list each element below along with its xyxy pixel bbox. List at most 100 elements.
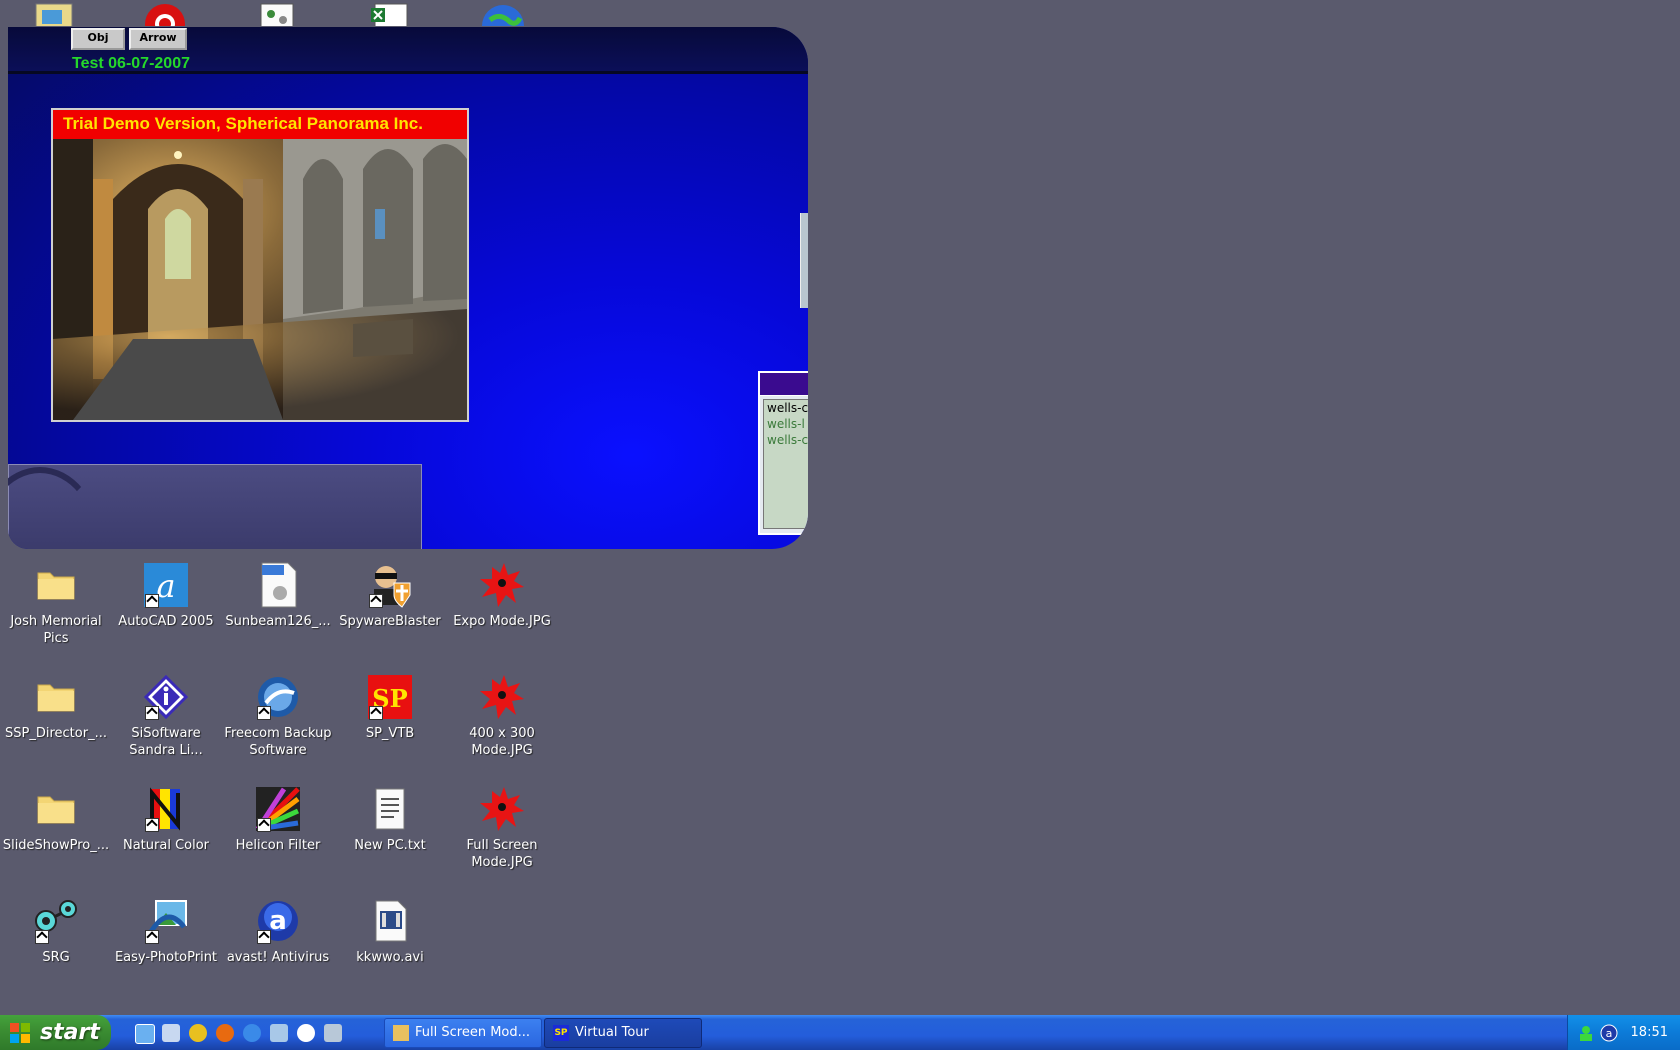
scene-list-panel: wells-c wells-l wells-c [758,371,808,535]
desktop-icon-josh-memorial-pics[interactable]: Josh Memorial Pics [0,561,112,647]
shortcut-arrow-icon [145,818,159,832]
clock: 18:51 [1630,1025,1668,1040]
desktop-icon-label: kkwwo.avi [356,950,424,965]
network-user-icon[interactable] [1578,1025,1594,1041]
test-date-label: Test 06-07-2007 [72,55,190,72]
avi-file-icon [375,900,407,942]
globe-icon [482,5,524,26]
avast-tray-icon[interactable]: a [1600,1024,1618,1042]
scene-list-item[interactable]: wells-c [767,400,808,416]
document-settings-icon [260,3,294,26]
taskbar-item-label: Full Screen Mod... [415,1025,531,1040]
svg-text:a: a [156,567,175,605]
folder-icon [37,684,75,712]
scene-list-item[interactable]: wells-c [767,432,808,448]
shortcut-arrow-icon [145,594,159,608]
obj-button[interactable]: Obj [71,28,125,50]
top-icon-1[interactable] [32,0,78,26]
folder-icon [37,796,75,824]
tiff-file-icon [261,562,297,608]
taskbar: start Full Screen Mod... SP Virtual Tour… [0,1015,1680,1050]
desktop-icon-kkwwo-avi[interactable]: kkwwo.avi [334,897,446,966]
desktop-icon-helicon-filter[interactable]: Helicon Filter [222,785,334,854]
scroll-handle[interactable] [800,213,808,308]
picture-folder-icon [35,3,73,26]
start-label: start [40,1020,100,1045]
desktop-icon-label: Josh Memorial Pics [10,614,102,646]
desktop-icon-srg[interactable]: SRG [0,897,112,966]
desktop-icon-spywareblaster[interactable]: SpywareBlaster [334,561,446,630]
quick-launch-settings-icon[interactable] [270,1024,288,1042]
computer-icon[interactable] [324,1024,342,1042]
desktop-icon-label: SiSoftware Sandra Li... [129,726,203,758]
cathedral-image [53,139,467,420]
desktop-icon-freecom-backup[interactable]: Freecom Backup Software [222,673,334,759]
jpg-file-icon [480,675,524,719]
internet-explorer-icon[interactable] [243,1024,261,1042]
desktop-icon-label: avast! Antivirus [226,950,330,965]
jpg-file-icon [480,563,524,607]
scene-list-item[interactable]: wells-l [767,416,808,432]
desktop-icon-easy-photoprint[interactable]: Easy-PhotoPrint [110,897,222,966]
desktop-icon-label: SpywareBlaster [339,614,441,629]
desktop-icon-ssp-director[interactable]: SSP_Director_... [0,673,112,742]
start-button[interactable]: start [0,1015,111,1050]
top-icon-5[interactable] [480,0,526,26]
desktop-icon-400x300-mode-jpg[interactable]: 400 x 300 Mode.JPG [446,673,558,759]
system-tray: a 18:51 [1567,1015,1680,1050]
excel-icon [371,3,408,26]
desktop-icon-autocad-2005[interactable]: a AutoCAD 2005 [110,561,222,630]
taskbar-item-virtual-tour[interactable]: SP Virtual Tour [544,1018,702,1048]
scene-list-header [760,373,808,396]
cathedral-panorama-image[interactable] [53,139,467,420]
txt-file-icon [375,788,405,830]
desktop-icon-label: Expo Mode.JPG [453,614,551,629]
top-icon-2[interactable] [142,0,188,26]
app-toolbar: Obj Arrow Test 06-07-2007 [8,27,808,74]
trial-banner: Trial Demo Version, Spherical Panorama I… [53,110,467,139]
panorama-viewer[interactable]: Trial Demo Version, Spherical Panorama I… [51,108,469,422]
desktop-icon-label: Natural Color [122,838,210,853]
desktop-icon-natural-color[interactable]: Natural Color [110,785,222,854]
folder-icon [37,572,75,600]
documents-icon[interactable] [162,1024,180,1042]
desktop-icon-label: Sunbeam126_... [225,614,331,629]
shortcut-arrow-icon [369,594,383,608]
shortcut-arrow-icon [369,706,383,720]
desktop-icon-avast-antivirus[interactable]: a avast! Antivirus [222,897,334,966]
desktop-icon-expo-mode-jpg[interactable]: Expo Mode.JPG [446,561,558,630]
taskbar-item-full-screen-mode[interactable]: Full Screen Mod... [384,1018,542,1048]
control-panel [8,464,422,549]
desktop-icon-label: 400 x 300 Mode.JPG [469,726,535,758]
desktop-icon-full-screen-mode-jpg[interactable]: Full Screen Mode.JPG [446,785,558,871]
shortcut-arrow-icon [257,818,271,832]
desktop-icon-label: SRG [42,950,70,965]
shortcut-arrow-icon [257,930,271,944]
media-player-icon[interactable] [297,1024,315,1042]
shortcut-arrow-icon [257,706,271,720]
desktop-icon-slideshowpro[interactable]: SlideShowPro_... [0,785,112,854]
top-icon-3[interactable] [255,0,301,26]
desktop-icon-sp-vtb[interactable]: SP SP_VTB [334,673,446,742]
show-desktop-icon[interactable] [135,1024,155,1044]
arrow-button[interactable]: Arrow [129,28,187,50]
desktop-icon-label: SP_VTB [365,726,415,741]
desktop-icon-new-pc-txt[interactable]: New PC.txt [334,785,446,854]
quick-launch-app-icon[interactable] [189,1024,207,1042]
desktop-icon-label: Helicon Filter [235,838,321,853]
panel-decoration [8,467,101,549]
desktop-icon-sunbeam[interactable]: Sunbeam126_... [222,561,334,630]
desktop-icon-sisoftware-sandra[interactable]: SiSoftware Sandra Li... [110,673,222,759]
scene-list[interactable]: wells-c wells-l wells-c [763,399,808,529]
sp-app-icon: SP [553,1025,569,1041]
top-icon-4[interactable] [367,0,413,26]
desktop-icon-label: Freecom Backup Software [224,726,332,758]
desktop-icon-label: SSP_Director_... [5,726,107,741]
shortcut-arrow-icon [35,930,49,944]
paint-icon [393,1025,409,1041]
jpg-file-icon [480,787,524,831]
windows-logo-icon [10,1023,30,1043]
shortcut-arrow-icon [145,706,159,720]
firefox-icon[interactable] [216,1024,234,1042]
shortcut-arrow-icon [145,930,159,944]
